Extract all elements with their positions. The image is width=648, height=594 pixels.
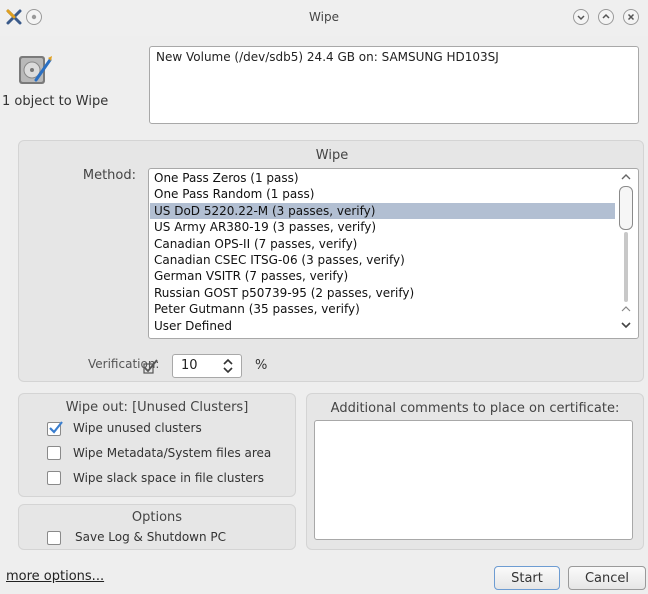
scroll-down-icon[interactable] [619, 319, 633, 331]
verification-spinbox[interactable]: 10 [172, 354, 242, 378]
scroll-up-icon[interactable] [619, 171, 633, 183]
comments-textarea[interactable] [314, 420, 633, 540]
verification-unit: % [255, 358, 268, 373]
wipe-slack-space-label[interactable]: Wipe slack space in file clusters [73, 471, 264, 485]
method-item[interactable]: Canadian OPS-II (7 passes, verify) [150, 236, 615, 252]
verification-value[interactable]: 10 [181, 358, 198, 373]
method-item[interactable]: Peter Gutmann (35 passes, verify) [150, 301, 615, 317]
save-log-checkbox[interactable] [47, 531, 61, 545]
options-title: Options [131, 510, 183, 525]
method-item[interactable]: User Defined [150, 318, 615, 334]
scrollbar-handle[interactable] [619, 186, 633, 230]
wipe-out-title: Wipe out: [Unused Clusters] [65, 400, 249, 415]
wipe-metadata-checkbox[interactable] [47, 446, 61, 460]
scrollbar-track[interactable] [624, 232, 628, 302]
cancel-button[interactable]: Cancel [568, 566, 646, 590]
method-label: Method: [82, 168, 136, 183]
hard-drive-icon [19, 56, 52, 84]
checkmark-icon [49, 421, 63, 434]
window-title: Wipe [309, 10, 339, 24]
wipe-unused-clusters-checkbox[interactable] [47, 421, 63, 436]
method-list[interactable]: One Pass Zeros (1 pass) One Pass Random … [148, 168, 639, 339]
close-icon[interactable] [623, 9, 639, 25]
objects-count-label: 1 object to Wipe [2, 94, 109, 109]
verification-check-icon [143, 359, 158, 374]
method-scrollbar[interactable] [614, 168, 638, 339]
comments-title: Additional comments to place on certific… [330, 401, 620, 416]
save-log-label[interactable]: Save Log & Shutdown PC [75, 530, 226, 544]
more-options-link[interactable]: more options... [6, 569, 104, 584]
method-item[interactable]: German VSITR (7 passes, verify) [150, 268, 615, 284]
minimize-icon[interactable] [573, 9, 589, 25]
method-item[interactable]: One Pass Random (1 pass) [150, 186, 615, 202]
wipe-unused-clusters-label[interactable]: Wipe unused clusters [73, 421, 202, 435]
spin-arrows-icon[interactable] [219, 357, 237, 375]
method-item[interactable]: Russian GOST p50739-95 (2 passes, verify… [150, 285, 615, 301]
method-item[interactable]: US Army AR380-19 (3 passes, verify) [150, 219, 615, 235]
wipe-group-title: Wipe [315, 148, 349, 163]
wipe-metadata-label[interactable]: Wipe Metadata/System files area [73, 446, 271, 460]
start-button[interactable]: Start [494, 566, 560, 590]
title-bar[interactable]: Wipe [0, 0, 648, 36]
method-item[interactable]: Canadian CSEC ITSG-06 (3 passes, verify) [150, 252, 615, 268]
method-item[interactable]: One Pass Zeros (1 pass) [150, 170, 615, 186]
target-list[interactable]: New Volume (/dev/sdb5) 24.4 GB on: SAMSU… [149, 46, 639, 124]
target-item[interactable]: New Volume (/dev/sdb5) 24.4 GB on: SAMSU… [156, 50, 499, 64]
method-item-selected[interactable]: US DoD 5220.22-M (3 passes, verify) [150, 202, 615, 220]
wipe-slack-space-checkbox[interactable] [47, 471, 61, 485]
maximize-icon[interactable] [598, 9, 614, 25]
scroll-up-small-icon[interactable] [619, 304, 633, 314]
